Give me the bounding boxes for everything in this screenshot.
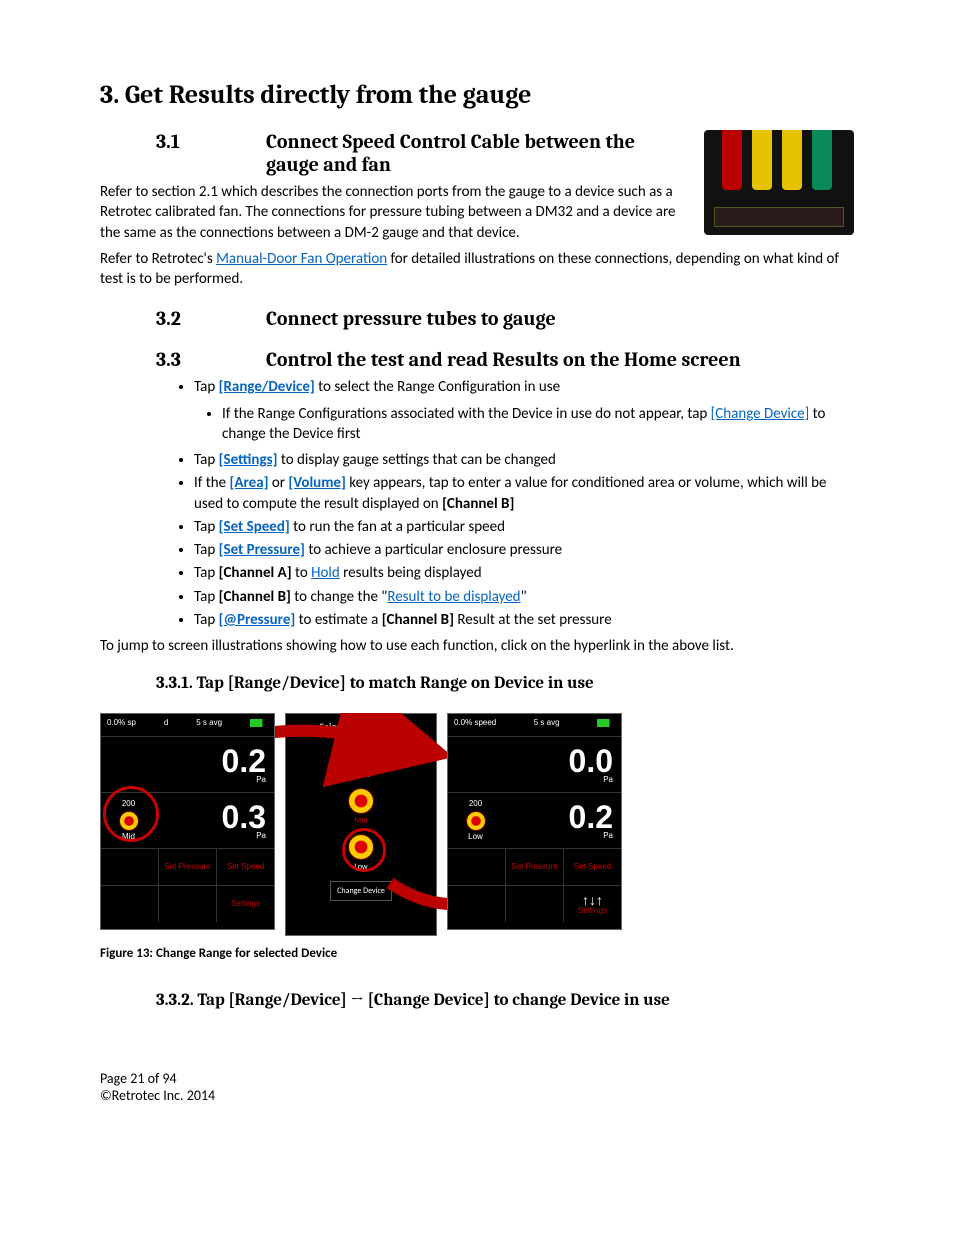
page-footer: Page 21 of 94 ©Retrotec Inc. 2014 — [100, 1070, 854, 1104]
set-speed-button[interactable]: Set Speed — [564, 849, 621, 885]
heading-3-3-1: 3.3.1. Tap [Range/Device] to match Range… — [156, 674, 854, 693]
heading-3-2: 3.2 Connect pressure tubes to gauge — [156, 307, 854, 330]
change-device-button[interactable]: Change Device — [330, 881, 392, 901]
list-item: If the [Area] or [Volume] key appears, t… — [194, 473, 854, 514]
list-item: Tap [Settings] to display gauge settings… — [194, 450, 854, 470]
figure-gauge-screens: 0.0% sp d 5 s avg 0.2 Pa 200 Mid — [100, 713, 854, 936]
list-item: Tap [Set Pressure] to achieve a particul… — [194, 540, 854, 560]
fan-icon — [466, 811, 486, 831]
fan-icon — [348, 742, 374, 768]
heading-1: 3. Get Results directly from the gauge — [100, 80, 854, 110]
sliders-icon: ↑↓↑ — [582, 893, 603, 907]
list-item: If the Range Configurations associated w… — [222, 404, 854, 445]
set-pressure-button[interactable]: Set Pressure — [159, 849, 217, 885]
set-speed-link[interactable]: [Set Speed] — [219, 518, 290, 536]
paragraph: To jump to screen illustrations showing … — [100, 636, 854, 656]
heading-3-3-2: 3.3.2. Tap [Range/Device] → [Change Devi… — [156, 991, 854, 1010]
range-option-low[interactable]: Low — [348, 832, 374, 872]
range-option-mid[interactable]: Mid — [348, 786, 374, 826]
list-item: Tap [Range/Device] to select the Range C… — [194, 377, 854, 444]
cable-photo — [704, 130, 854, 235]
change-device-link[interactable]: [Change Device] — [711, 405, 810, 423]
area-link[interactable]: [Area] — [230, 474, 269, 492]
paragraph: Refer to Retrotec's Manual-Door Fan Oper… — [100, 249, 854, 290]
gauge-panel-left: 0.0% sp d 5 s avg 0.2 Pa 200 Mid — [100, 713, 275, 930]
settings-button[interactable]: Settings — [217, 886, 274, 922]
gauge-panel-right: 0.0% speed 5 s avg 0.0 Pa 200 Low 0.2 — [447, 713, 622, 930]
hold-link[interactable]: Hold — [311, 564, 340, 582]
set-pressure-link[interactable]: [Set Pressure] — [219, 541, 305, 559]
settings-link[interactable]: [Settings] — [219, 451, 278, 469]
heading-3-1: 3.1 Connect Speed Control Cable between … — [156, 130, 689, 176]
fan-icon — [348, 834, 374, 860]
list-item: Tap [@Pressure] to estimate a [Channel B… — [194, 610, 854, 630]
range-device-link[interactable]: [Range/Device] — [219, 378, 315, 396]
at-pressure-link[interactable]: [@Pressure] — [219, 611, 296, 629]
settings-button[interactable]: ↑↓↑ Settings — [564, 886, 621, 922]
result-display-link[interactable]: Result to be displayed — [387, 588, 520, 606]
battery-icon — [250, 719, 268, 727]
range-select-panel: Select Range for 200 Open Mid Low Change… — [285, 713, 437, 936]
figure-caption: Figure 13: Change Range for selected Dev… — [100, 946, 854, 961]
manual-door-fan-link[interactable]: Manual-Door Fan Operation — [216, 250, 387, 268]
heading-3-3: 3.3 Control the test and read Results on… — [156, 348, 854, 371]
set-speed-button[interactable]: Set Speed — [217, 849, 274, 885]
range-option-open[interactable]: Open — [348, 740, 374, 780]
list-item: Tap [Set Speed] to run the fan at a part… — [194, 517, 854, 537]
battery-icon — [597, 719, 615, 727]
volume-link[interactable]: [Volume] — [288, 474, 345, 492]
list-item: Tap [Channel B] to change the "Result to… — [194, 587, 854, 607]
set-pressure-button[interactable]: Set Pressure — [506, 849, 564, 885]
list-item: Tap [Channel A] to Hold results being di… — [194, 563, 854, 583]
fan-icon — [348, 788, 374, 814]
fan-icon — [119, 811, 139, 831]
